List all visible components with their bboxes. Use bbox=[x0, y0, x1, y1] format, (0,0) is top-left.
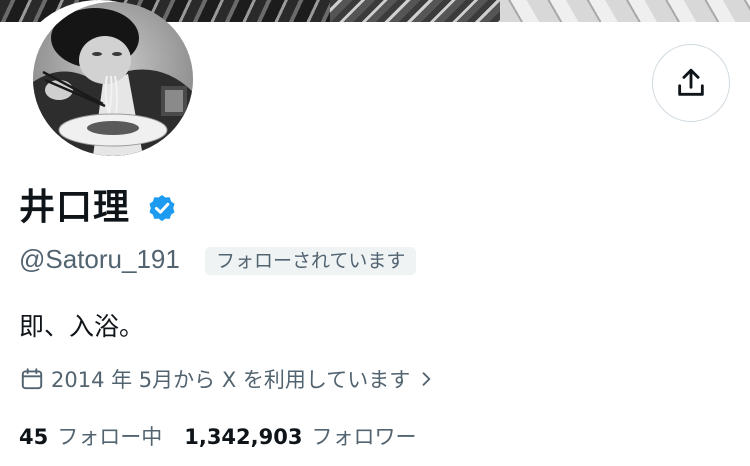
join-date-link[interactable]: 2014 年 5月から X を利用しています bbox=[19, 363, 436, 395]
avatar-photo bbox=[33, 2, 193, 156]
follows-you-badge: フォローされています bbox=[205, 247, 417, 275]
avatar[interactable] bbox=[14, 0, 193, 160]
display-name: 井口理 bbox=[19, 187, 131, 228]
following-label: フォロー中 bbox=[57, 425, 163, 449]
followers-link[interactable]: 1,342,903 フォロワー bbox=[184, 421, 416, 451]
following-link[interactable]: 45 フォロー中 bbox=[19, 421, 162, 451]
follow-stats: 45 フォロー中 1,342,903 フォロワー bbox=[19, 420, 416, 452]
profile-page: 井口理 @Satoru_191 フォローされています 即、入浴。 2014 年 … bbox=[0, 0, 750, 466]
share-upload-icon bbox=[678, 68, 704, 96]
banner-photo-highlight bbox=[500, 0, 750, 22]
banner-photo-detail bbox=[330, 0, 500, 22]
followers-count: 1,342,903 bbox=[184, 425, 303, 449]
profile-bio: 即、入浴。 bbox=[19, 312, 145, 341]
join-date-text: 2014 年 5月から X を利用しています bbox=[51, 368, 411, 392]
share-button[interactable] bbox=[652, 44, 730, 122]
calendar-icon bbox=[21, 368, 43, 390]
following-count: 45 bbox=[19, 425, 49, 449]
profile-handle: @Satoru_191 bbox=[19, 244, 180, 274]
chevron-right-icon bbox=[422, 372, 431, 386]
verified-badge-icon[interactable] bbox=[146, 193, 178, 225]
followers-label: フォロワー bbox=[311, 425, 417, 449]
